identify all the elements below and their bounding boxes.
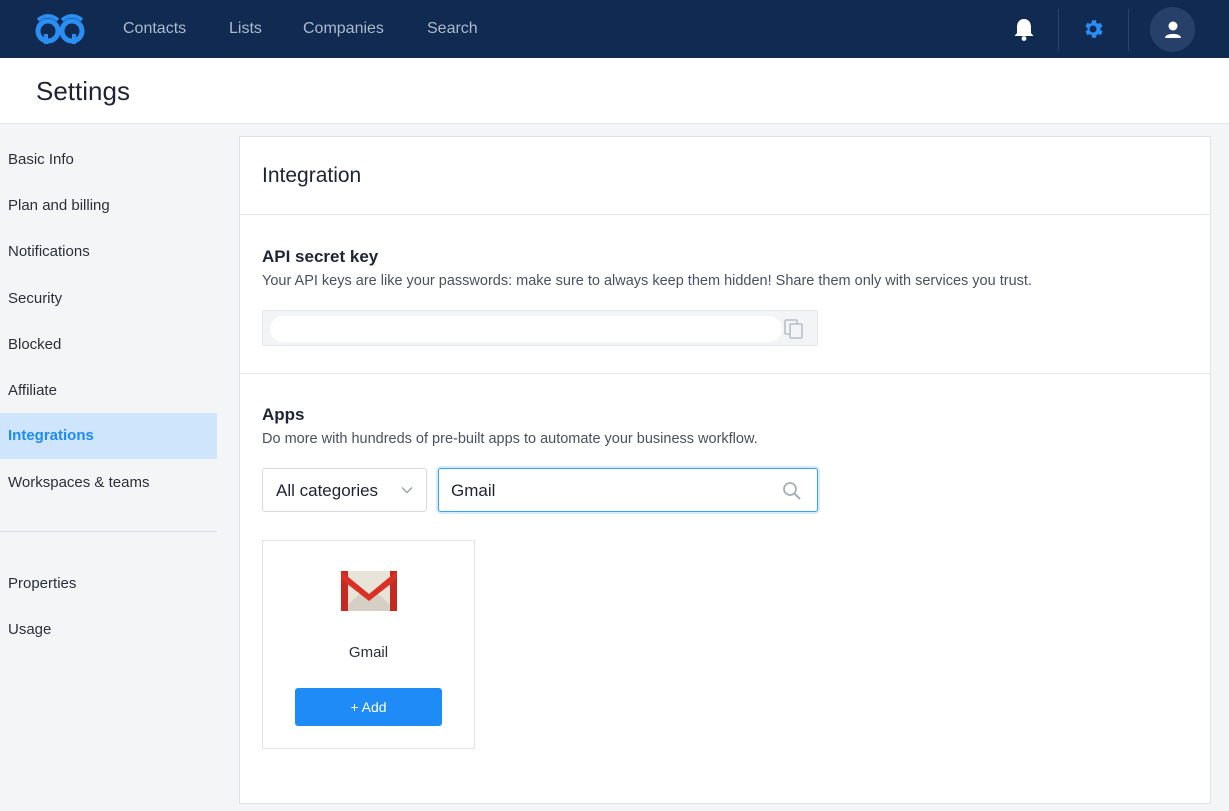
app-card-gmail: Gmail + Add (262, 540, 475, 749)
copy-icon[interactable] (783, 318, 805, 340)
sidebar-item-integrations[interactable]: Integrations (0, 413, 217, 459)
section-heading: Integration (262, 164, 362, 187)
add-app-button[interactable]: + Add (295, 688, 442, 726)
gmail-icon (341, 571, 397, 611)
api-key-description: Your API keys are like your passwords: m… (262, 273, 1032, 289)
gear-icon[interactable] (1081, 17, 1105, 41)
apps-description: Do more with hundreds of pre-built apps … (262, 431, 758, 447)
divider (240, 214, 1210, 215)
api-key-title: API secret key (262, 247, 379, 266)
nav-lists[interactable]: Lists (229, 20, 262, 38)
page-title: Settings (36, 76, 130, 106)
category-select[interactable]: All categories (262, 468, 427, 512)
app-name: Gmail (348, 644, 389, 661)
api-key-value[interactable] (270, 316, 782, 342)
sidebar-item-plan-billing[interactable]: Plan and billing (0, 183, 217, 229)
nav-contacts[interactable]: Contacts (123, 20, 186, 38)
app-search-input[interactable] (451, 478, 771, 504)
nav-separator (1058, 9, 1059, 51)
logo-icon[interactable] (34, 12, 86, 46)
nav-separator (1128, 9, 1129, 51)
sidebar-item-properties[interactable]: Properties (0, 561, 217, 607)
sidebar-divider (0, 531, 217, 532)
top-nav: Contacts Lists Companies Search (0, 0, 1229, 58)
sidebar-item-blocked[interactable]: Blocked (0, 322, 217, 368)
chevron-down-icon (401, 487, 413, 494)
nav-search[interactable]: Search (427, 20, 478, 38)
settings-sidebar: Basic Info Plan and billing Notification… (0, 124, 217, 811)
user-icon (1164, 21, 1181, 38)
app-search-box (438, 468, 818, 512)
search-icon[interactable] (782, 481, 802, 501)
api-key-field (262, 310, 818, 346)
sidebar-item-basic-info[interactable]: Basic Info (0, 137, 217, 183)
sidebar-item-workspaces-teams[interactable]: Workspaces & teams (0, 460, 217, 506)
avatar[interactable] (1150, 7, 1195, 52)
category-select-value: All categories (276, 481, 379, 500)
nav-companies[interactable]: Companies (303, 20, 384, 38)
apps-title: Apps (262, 405, 305, 424)
bell-icon[interactable] (1013, 17, 1035, 41)
sidebar-item-security[interactable]: Security (0, 276, 217, 322)
sidebar-item-affiliate[interactable]: Affiliate (0, 368, 217, 414)
sidebar-item-usage[interactable]: Usage (0, 607, 217, 653)
divider (240, 373, 1210, 374)
sidebar-item-notifications[interactable]: Notifications (0, 229, 217, 275)
page-header: Settings (0, 58, 1229, 124)
integration-panel: Integration API secret key Your API keys… (239, 136, 1211, 804)
